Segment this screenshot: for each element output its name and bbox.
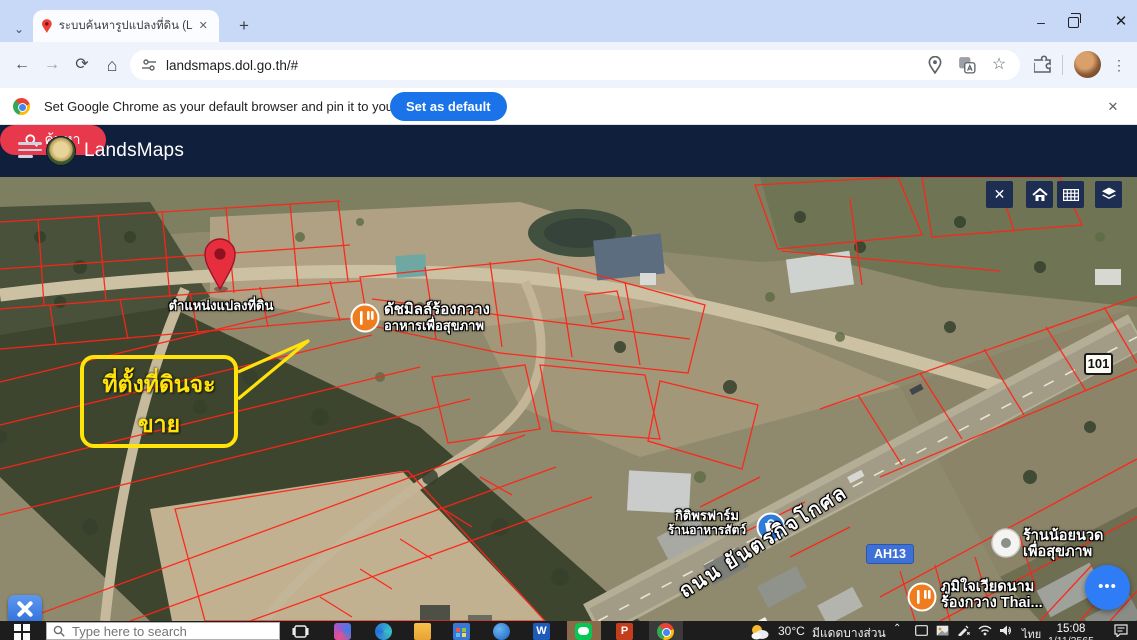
ms-store-icon[interactable] bbox=[453, 623, 470, 640]
vietnam-poi-icon[interactable] bbox=[909, 584, 936, 611]
line-icon[interactable] bbox=[575, 623, 592, 640]
tab-search-icon[interactable]: ⌄ bbox=[8, 21, 30, 39]
map-layers-button[interactable] bbox=[1095, 181, 1122, 208]
forward-button[interactable]: → bbox=[40, 53, 64, 77]
satellite-map[interactable]: ที่ตั้งที่ดินจะ ขาย ตำแหน่งแปลงที่ดิน ดั… bbox=[0, 177, 1137, 621]
taskbar-search-box[interactable] bbox=[46, 622, 280, 640]
annotation-line1: ที่ตั้งที่ดินจะ bbox=[80, 367, 238, 403]
menu-hamburger-icon[interactable] bbox=[18, 142, 42, 160]
address-bar[interactable]: landsmaps.dol.go.th/# ☆ bbox=[130, 50, 1020, 80]
dutchmill-line1: ดัชมิลล์ร้องกวาง bbox=[384, 302, 490, 318]
translate-icon[interactable] bbox=[958, 56, 976, 74]
map-pin-favicon bbox=[41, 19, 53, 33]
massage-line1: ร้านน้อยนวด bbox=[1023, 528, 1103, 544]
extensions-icon[interactable] bbox=[1034, 55, 1054, 75]
notification-center-icon[interactable] bbox=[1114, 624, 1128, 637]
site-info-icon[interactable] bbox=[142, 59, 156, 71]
copilot-icon[interactable] bbox=[334, 623, 351, 640]
tray-network-icon[interactable] bbox=[978, 625, 992, 636]
profile-avatar[interactable] bbox=[1074, 51, 1101, 78]
bookmark-star-icon[interactable]: ☆ bbox=[990, 56, 1008, 74]
url-text: landsmaps.dol.go.th/# bbox=[166, 58, 912, 73]
window-minimize-button[interactable]: – bbox=[1026, 14, 1056, 32]
tray-date: 1/11/2565 bbox=[1048, 635, 1094, 640]
vietnam-line2: ร้องกวาง Thai... bbox=[941, 595, 1043, 611]
word-icon[interactable]: W bbox=[533, 623, 550, 640]
default-browser-banner: Set Google Chrome as your default browse… bbox=[0, 88, 1137, 125]
location-icon[interactable] bbox=[926, 56, 944, 74]
start-button[interactable] bbox=[0, 621, 46, 640]
edge-icon[interactable] bbox=[375, 623, 392, 640]
grid-icon bbox=[1063, 189, 1079, 201]
parcel-pin-label: ตำแหน่งแปลงที่ดิน bbox=[150, 295, 292, 316]
tray-time: 15:08 bbox=[1048, 623, 1094, 635]
toolbar-divider bbox=[1062, 55, 1063, 75]
parcel-pin-icon bbox=[205, 239, 235, 292]
dutchmill-poi-label: ดัชมิลล์ร้องกวาง อาหารเพื่อสุขภาพ bbox=[384, 302, 490, 334]
brand-title: LandsMaps bbox=[84, 140, 184, 162]
browser-menu-icon[interactable]: ⋮ bbox=[1110, 53, 1128, 77]
file-explorer-icon[interactable] bbox=[414, 623, 431, 640]
tray-clock[interactable]: 15:08 1/11/2565 bbox=[1048, 623, 1094, 640]
browser-toolbar: ← → ⟳ ⌂ landsmaps.dol.go.th/# ☆ bbox=[0, 42, 1137, 88]
massage-poi-label: ร้านน้อยนวด เพื่อสุขภาพ bbox=[1023, 528, 1103, 560]
annotation-line2: ขาย bbox=[80, 407, 238, 443]
home-icon bbox=[1032, 188, 1048, 202]
kitiporn-line1: กิติพรฟาร์ม bbox=[650, 508, 764, 523]
windows-taskbar: W P 30°C มีแดดบางส่วน ⌃ bbox=[0, 621, 1137, 640]
tray-pen-icon[interactable] bbox=[957, 625, 970, 636]
map-home-button[interactable] bbox=[1026, 181, 1053, 208]
tab-close-icon[interactable]: ✕ bbox=[195, 18, 211, 34]
taskbar-search-input[interactable] bbox=[72, 624, 252, 639]
chrome-taskbar-icon[interactable] bbox=[657, 623, 674, 640]
banner-text: Set Google Chrome as your default browse… bbox=[44, 99, 444, 114]
browser-tab[interactable]: ระบบค้นหารูปแปลงที่ดิน (LandsMa ✕ bbox=[33, 10, 219, 42]
window-close-button[interactable]: ✕ bbox=[1106, 14, 1136, 32]
tray-photos-icon[interactable] bbox=[936, 625, 949, 636]
browser-titlebar: ⌄ ระบบค้นหารูปแปลงที่ดิน (LandsMa ✕ + – … bbox=[0, 0, 1137, 42]
map-more-fab[interactable]: ••• bbox=[1085, 565, 1130, 610]
set-as-default-button[interactable]: Set as default bbox=[390, 92, 507, 121]
route-shield-101: 101 bbox=[1084, 353, 1113, 375]
dol-seal-logo bbox=[46, 136, 76, 166]
tray-chevron-up-icon[interactable]: ⌃ bbox=[893, 623, 901, 634]
map-tools-button[interactable] bbox=[8, 595, 42, 621]
window-restore-button[interactable] bbox=[1068, 17, 1079, 28]
vietnam-poi-label: ภูมิใจเวียดนาม ร้องกวาง Thai... bbox=[941, 579, 1043, 611]
chrome-logo-icon bbox=[13, 98, 30, 115]
annotation-arrow bbox=[238, 341, 308, 399]
tray-language[interactable]: ไทย bbox=[1022, 625, 1041, 640]
weather-desc[interactable]: มีแดดบางส่วน bbox=[812, 624, 886, 640]
massage-poi-icon[interactable] bbox=[992, 529, 1020, 557]
dutchmill-line2: อาหารเพื่อสุขภาพ bbox=[384, 318, 490, 334]
vietnam-line1: ภูมิใจเวียดนาม bbox=[941, 579, 1043, 595]
tab-title: ระบบค้นหารูปแปลงที่ดิน (LandsMa bbox=[59, 17, 194, 35]
route-badge-ah13: AH13 bbox=[866, 544, 914, 564]
dutchmill-poi-icon[interactable] bbox=[352, 305, 379, 332]
weather-temp[interactable]: 30°C bbox=[778, 624, 805, 638]
map-grid-button[interactable] bbox=[1057, 181, 1084, 208]
banner-close-icon[interactable]: ✕ bbox=[1104, 98, 1122, 116]
massage-line2: เพื่อสุขภาพ bbox=[1023, 544, 1103, 560]
layers-icon bbox=[1101, 187, 1117, 202]
tray-window-icon[interactable] bbox=[915, 625, 928, 636]
outlook-icon[interactable] bbox=[493, 623, 510, 640]
search-icon bbox=[53, 625, 65, 637]
landsmaps-header: LandsMaps แพร่ 02-ร้องกวาง ค้นหา เข้าสู่… bbox=[0, 125, 1137, 177]
map-search-clear-icon[interactable]: ✕ bbox=[986, 181, 1013, 208]
weather-icon[interactable] bbox=[750, 623, 769, 640]
new-tab-button[interactable]: + bbox=[232, 14, 256, 38]
screen: ⌄ ระบบค้นหารูปแปลงที่ดิน (LandsMa ✕ + – … bbox=[0, 0, 1137, 640]
home-button[interactable]: ⌂ bbox=[100, 53, 124, 77]
task-view-icon[interactable] bbox=[292, 623, 309, 640]
powerpoint-icon[interactable]: P bbox=[616, 623, 633, 640]
tray-volume-icon[interactable] bbox=[999, 625, 1012, 636]
reload-button[interactable]: ⟳ bbox=[70, 53, 94, 77]
back-button[interactable]: ← bbox=[10, 53, 34, 77]
